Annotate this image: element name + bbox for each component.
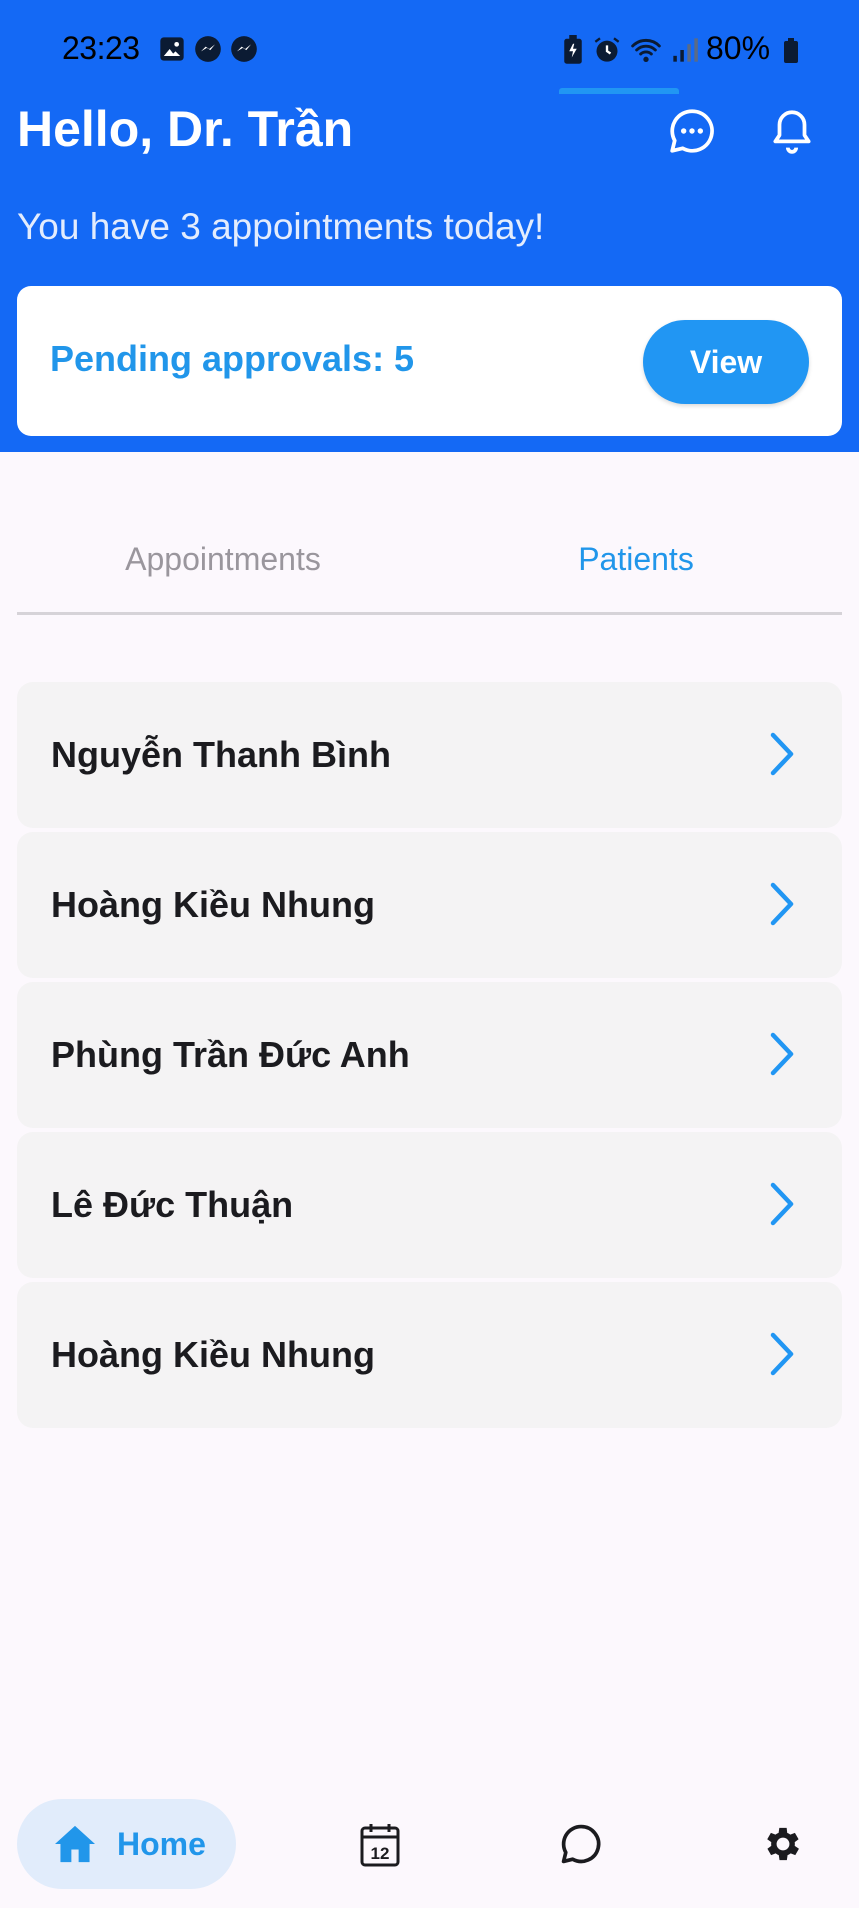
chevron-right-icon [770, 1332, 794, 1376]
chat-bubble-icon[interactable] [559, 1822, 603, 1866]
bottom-nav: Home 12 [0, 1790, 859, 1908]
chevron-right-icon [770, 732, 794, 776]
wifi-icon [631, 39, 661, 62]
chevron-right-icon [770, 1032, 794, 1076]
patient-name: Hoàng Kiều Nhung [51, 1334, 375, 1375]
chevron-right-icon [770, 1182, 794, 1226]
active-tab-indicator [559, 88, 679, 94]
chat-icon[interactable] [667, 106, 717, 156]
messenger-icon [195, 36, 221, 62]
battery-saver-icon [564, 35, 582, 64]
messenger-icon [231, 36, 257, 62]
list-item[interactable]: Hoàng Kiều Nhung [17, 832, 842, 978]
nav-home[interactable]: Home [17, 1799, 236, 1889]
list-item[interactable]: Nguyễn Thanh Bình [17, 682, 842, 828]
list-item[interactable]: Lê Đức Thuận [17, 1132, 842, 1278]
gear-icon[interactable] [761, 1822, 805, 1866]
battery-percent: 80% [706, 30, 771, 66]
status-bar: 23:23 80% [0, 24, 859, 72]
pending-approvals-text: Pending approvals: 5 [50, 338, 415, 379]
home-icon [55, 1825, 95, 1863]
bell-icon[interactable] [767, 106, 817, 156]
gallery-icon [160, 37, 184, 61]
pending-approvals-card: Pending approvals: 5 View [17, 286, 842, 436]
header: 23:23 80% Hello, Dr. Trần You have 3 app… [0, 0, 859, 452]
appointments-summary: You have 3 appointments today! [17, 206, 545, 247]
tab-patients[interactable]: Patients [430, 520, 842, 612]
patient-name: Phùng Trần Đức Anh [51, 1034, 410, 1075]
list-item[interactable]: Hoàng Kiều Nhung [17, 1282, 842, 1428]
nav-home-label: Home [117, 1826, 206, 1862]
patient-name: Nguyễn Thanh Bình [51, 734, 391, 775]
patient-list: Nguyễn Thanh Bình Hoàng Kiều Nhung Phùng… [17, 682, 842, 1432]
greeting-title: Hello, Dr. Trần [17, 101, 354, 157]
tab-appointments[interactable]: Appointments [17, 520, 429, 612]
calendar-icon[interactable]: 12 [359, 1822, 401, 1868]
battery-icon [784, 38, 798, 63]
view-button[interactable]: View [643, 320, 809, 404]
calendar-day: 12 [371, 1844, 390, 1863]
chevron-right-icon [770, 882, 794, 926]
tab-bar: Appointments Patients [17, 520, 842, 615]
list-item[interactable]: Phùng Trần Đức Anh [17, 982, 842, 1128]
patient-name: Lê Đức Thuận [51, 1184, 294, 1225]
alarm-icon [594, 37, 620, 62]
status-time: 23:23 [62, 30, 140, 66]
signal-icon [673, 38, 698, 62]
patient-name: Hoàng Kiều Nhung [51, 884, 375, 925]
